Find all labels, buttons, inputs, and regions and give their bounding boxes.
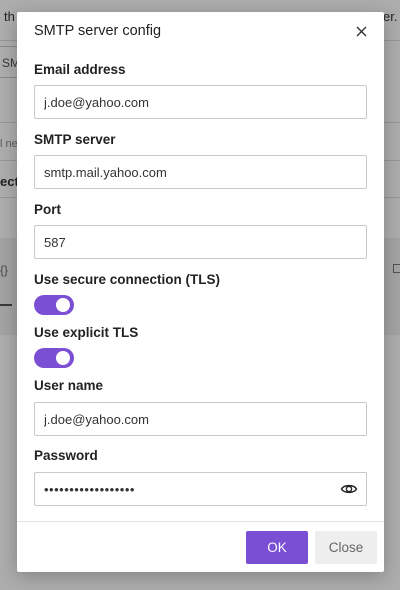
port-input[interactable] [34, 225, 367, 259]
explicit-tls-label: Use explicit TLS [34, 325, 139, 340]
smtp-server-input[interactable] [34, 155, 367, 189]
ok-button[interactable]: OK [246, 531, 308, 564]
email-input[interactable] [34, 85, 367, 119]
use-tls-toggle[interactable] [34, 295, 74, 315]
footer-divider [17, 521, 384, 522]
password-input[interactable] [34, 472, 367, 506]
smtp-config-dialog: SMTP server config Email address SMTP se… [17, 12, 384, 572]
close-icon[interactable] [352, 22, 370, 40]
explicit-tls-toggle[interactable] [34, 348, 74, 368]
use-tls-label: Use secure connection (TLS) [34, 272, 221, 287]
toggle-knob [56, 298, 70, 312]
dialog-title: SMTP server config [34, 23, 162, 39]
toggle-knob [56, 351, 70, 365]
email-label: Email address [34, 62, 126, 77]
eye-icon[interactable] [340, 480, 358, 498]
user-name-label: User name [34, 378, 104, 393]
dialog-header: SMTP server config [17, 12, 384, 52]
close-button[interactable]: Close [315, 531, 377, 564]
port-label: Port [34, 202, 61, 217]
password-field [34, 472, 367, 506]
password-label: Password [34, 448, 98, 463]
user-name-input[interactable] [34, 402, 367, 436]
smtp-server-label: SMTP server [34, 132, 116, 147]
